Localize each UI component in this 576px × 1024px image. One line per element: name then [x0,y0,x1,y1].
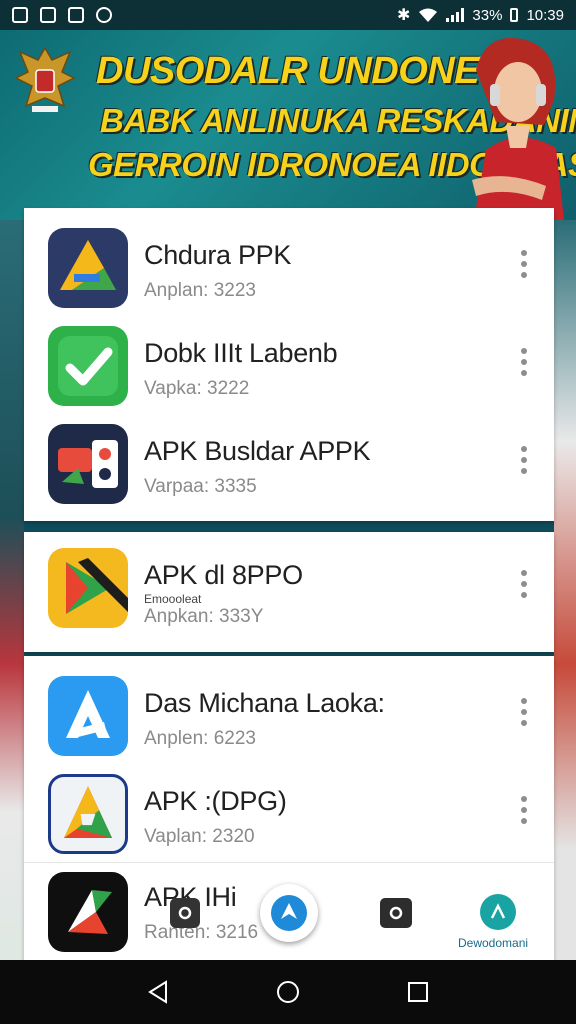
screenshot-button[interactable] [380,898,412,928]
download-manager-button[interactable] [480,894,516,930]
list-item[interactable]: Dobk IIIt Labenb Vapka: 3222 [24,312,554,410]
app-group: APK dl 8PPO Emoooleat Anpkan: 333Y [24,532,554,652]
app-group: Chdura PPK Anplan: 3223 Dobk IIIt Labenb… [24,208,554,521]
battery-percent: 33% [472,6,503,24]
system-nav-bar [0,960,576,1024]
list-item[interactable]: Das Michana Laoka: Anplen: 6223 [24,662,554,760]
app-name: Dobk IIIt Labenb [144,338,338,368]
download-manager-label: Dewodomani [458,936,529,950]
app-version: Vaplan: 2320 [144,826,255,847]
play-ribbon-icon [48,548,128,628]
triangle-arrow-icon [48,228,128,308]
more-options-icon[interactable] [520,446,528,474]
navigation-fab[interactable] [260,884,318,942]
letter-a-apk-icon [48,774,128,854]
app-subtitle: Emoooleat [144,592,202,606]
list-item[interactable]: APK Busldar APPK Varpaa: 3335 [24,410,554,508]
list-item[interactable]: Chdura PPK Anplan: 3223 [24,214,554,312]
list-item[interactable]: APK dl 8PPO Emoooleat Anpkan: 333Y [24,544,554,642]
back-button[interactable] [145,979,171,1005]
more-options-icon[interactable] [520,570,528,598]
battery-icon [510,8,519,22]
background-page-right [554,220,576,960]
arrow-up-icon [490,903,506,919]
recents-icon [408,982,428,1002]
gamepad-icon [48,424,128,504]
app-version: Anpkan: 333Y [144,606,264,627]
camera-search-icon [178,906,192,920]
app-name: Das Michana Laoka: [144,688,385,718]
home-button[interactable] [275,979,301,1005]
bottom-toolbar: Dewodomani [24,880,554,960]
notification-icons [12,7,112,23]
status-bar: ✱ 33% 10:39 [0,0,576,30]
recents-button[interactable] [405,979,431,1005]
vpn-icon [96,7,112,23]
navigation-arrow-icon [271,895,307,931]
camera-icon [389,906,403,920]
app-name: APK dl 8PPO [144,560,303,590]
clock: 10:39 [526,6,564,24]
more-options-icon[interactable] [520,796,528,824]
back-icon [148,980,167,1004]
app-version: Varpaa: 3335 [144,476,257,497]
more-options-icon[interactable] [520,348,528,376]
app-version: Vapka: 3222 [144,378,250,399]
gallery-icon [12,7,28,23]
promo-banner[interactable]: DUSODALR UNDONESIA BABK ANLINUKA RESKADA… [0,30,576,220]
letter-a-icon [48,676,128,756]
background-page-left [0,220,24,960]
garuda-emblem-icon [14,46,76,112]
signal-icon [446,8,465,22]
system-icons: ✱ 33% 10:39 [397,5,564,25]
bluetooth-icon: ✱ [397,7,411,24]
headphone-character-illustration [472,38,564,220]
more-options-icon[interactable] [520,250,528,278]
app-name: Chdura PPK [144,240,292,270]
photo-icon [40,7,56,23]
check-icon [48,326,128,406]
wifi-icon [419,8,438,22]
app-name: APK :(DPG) [144,786,287,816]
app-version: Anplan: 3223 [144,280,256,301]
camera-search-button[interactable] [170,898,200,928]
more-options-icon[interactable] [520,698,528,726]
app-version: Anplen: 6223 [144,728,256,749]
app-name: APK Busldar APPK [144,436,371,466]
list-item[interactable]: APK :(DPG) Vaplan: 2320 [24,760,554,858]
home-icon [277,981,299,1003]
app-list-panel: Chdura PPK Anplan: 3223 Dobk IIIt Labenb… [24,208,554,960]
image-icon [68,7,84,23]
